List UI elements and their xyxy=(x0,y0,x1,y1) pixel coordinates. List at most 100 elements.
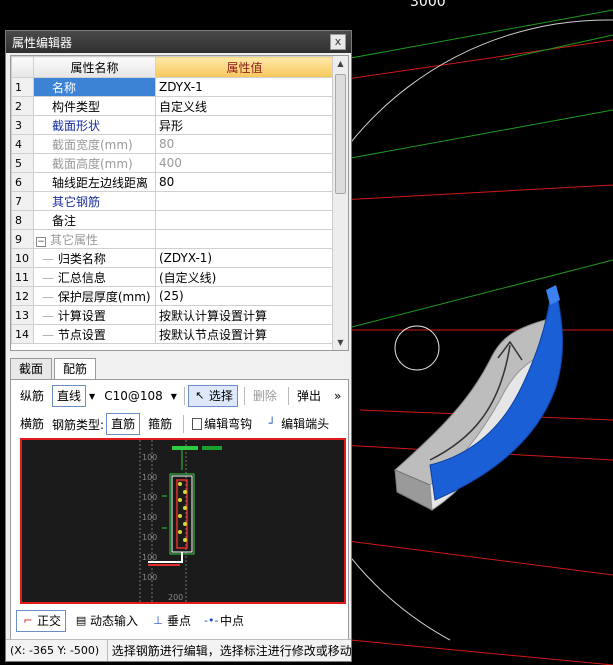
more-button[interactable]: » xyxy=(329,385,346,407)
tab-reinforcement[interactable]: 配筋 xyxy=(54,358,97,379)
property-value[interactable]: (25) xyxy=(155,286,334,306)
edit-end-label: 编辑端头 xyxy=(281,417,330,431)
tab-section[interactable]: 截面 xyxy=(10,358,53,379)
edit-end-button[interactable]: ┘ 编辑端头 xyxy=(260,413,334,435)
property-name: 名称 xyxy=(33,77,156,97)
property-value: 400 xyxy=(155,153,334,173)
table-row[interactable]: 5 截面高度(mm) 400 xyxy=(11,153,334,173)
property-value[interactable]: 自定义线 xyxy=(155,96,334,116)
row-number: 7 xyxy=(11,191,34,211)
row-number: 4 xyxy=(11,134,34,154)
row-number: 1 xyxy=(11,77,34,97)
property-value[interactable]: (ZDYX-1) xyxy=(155,248,334,268)
snap-toolbar: ⌐ 正交 ▤ 动态输入 ⊥ 垂点 -•- 中点 xyxy=(16,610,252,632)
property-grid[interactable]: 属性名称 属性值 1 名称 ZDYX-1 2 构件类型 自定义线 3 截面形状 … xyxy=(10,55,349,351)
table-row[interactable]: 7 其它钢筋 xyxy=(11,191,334,211)
row-number: 13 xyxy=(11,305,34,325)
property-editor-panel: 属性编辑器 x 属性名称 属性值 1 名称 ZDYX-1 2 构件类型 自定义线 xyxy=(5,30,352,662)
midpoint-button[interactable]: -•- 中点 xyxy=(199,610,249,632)
table-row[interactable]: 1 名称 ZDYX-1 xyxy=(11,77,334,97)
select-button[interactable]: ↖ 选择 xyxy=(187,385,238,407)
popout-button[interactable]: 弹出 xyxy=(292,385,326,407)
rebar-preview-canvas[interactable]: 100 100 100 100 100 100 100 200 xyxy=(20,438,346,604)
property-group[interactable]: − 其它属性 xyxy=(33,229,156,249)
table-row[interactable]: 9 − 其它属性 xyxy=(11,229,334,249)
property-value[interactable]: (自定义线) xyxy=(155,267,334,287)
rebar-type-label: 钢筋类型: xyxy=(52,417,105,432)
property-name-cell: — 节点设置 xyxy=(33,324,156,344)
property-name: 截面宽度(mm) xyxy=(33,134,156,154)
table-row[interactable]: 2 构件类型 自定义线 xyxy=(11,96,334,116)
transverse-button[interactable]: 横筋 xyxy=(15,413,49,435)
divider xyxy=(183,387,185,405)
property-value[interactable]: 按默认节点设置计算 xyxy=(155,324,334,344)
property-name: 保护层厚度(mm) xyxy=(57,289,151,304)
table-row[interactable]: 13 — 计算设置 按默认计算设置计算 xyxy=(11,305,334,325)
scroll-down-icon[interactable]: ▼ xyxy=(333,335,348,350)
property-name-cell: — 保护层厚度(mm) xyxy=(33,286,156,306)
stirrup-button[interactable]: 箍筋 xyxy=(143,413,177,435)
status-message: 选择钢筋进行编辑，选择标注进行修改或移动 xyxy=(111,644,351,658)
divider xyxy=(183,415,185,433)
table-row[interactable]: 11 — 汇总信息 (自定义线) xyxy=(11,267,334,287)
property-name: 计算设置 xyxy=(57,308,106,323)
bar-end-icon: ┘ xyxy=(268,417,276,430)
panel-titlebar[interactable]: 属性编辑器 x xyxy=(6,31,351,53)
property-name-cell: — 计算设置 xyxy=(33,305,156,325)
row-number: 10 xyxy=(11,248,34,268)
perpendicular-button[interactable]: ⊥ 垂点 xyxy=(146,610,196,632)
row-number: 11 xyxy=(11,267,34,287)
property-name-cell: — 归类名称 xyxy=(33,248,156,268)
property-value[interactable] xyxy=(155,191,334,211)
chevron-down-icon[interactable]: ▼ xyxy=(171,392,177,401)
table-row[interactable]: 12 — 保护层厚度(mm) (25) xyxy=(11,286,334,306)
cad-viewport[interactable]: 3000 属性编辑器 x 属性名称 属性值 1 名称 ZDYX-1 2 构件类型… xyxy=(0,0,613,665)
scroll-thumb[interactable] xyxy=(335,74,346,194)
property-value[interactable] xyxy=(155,210,334,230)
rebar-toolbar-2: 横筋 钢筋类型: 直筋 箍筋 编辑弯钩 ┘ 编辑端头 xyxy=(15,412,337,436)
svg-text:200: 200 xyxy=(168,593,183,602)
row-number: 3 xyxy=(11,115,34,135)
rebar-toolbar-1: 纵筋 直线 ▼ C10@108 ▼ ↖ 选择 删除 弹出 » xyxy=(15,384,349,408)
grid-scrollbar[interactable]: ▲ ▼ xyxy=(332,56,348,350)
row-number: 9 xyxy=(11,229,34,249)
table-row[interactable]: 6 轴线距左边线距离 80 xyxy=(11,172,334,192)
property-value[interactable]: 按默认计算设置计算 xyxy=(155,305,334,325)
property-name: 归类名称 xyxy=(57,251,106,266)
coordinate-readout: (X: -365 Y: -500) xyxy=(6,640,108,661)
grid-header: 属性名称 属性值 xyxy=(11,56,334,78)
property-value[interactable]: 异形 xyxy=(155,115,334,135)
row-number: 12 xyxy=(11,286,34,306)
collapse-icon[interactable]: − xyxy=(36,236,46,247)
property-name: 节点设置 xyxy=(57,327,106,342)
ortho-button[interactable]: ⌐ 正交 xyxy=(16,610,67,632)
svg-text:100: 100 xyxy=(142,513,157,522)
property-value[interactable]: ZDYX-1 xyxy=(155,77,334,97)
table-row[interactable]: 3 截面形状 异形 xyxy=(11,115,334,135)
dynamic-input-label: 动态输入 xyxy=(90,614,139,628)
dynamic-input-button[interactable]: ▤ 动态输入 xyxy=(69,610,143,632)
table-row[interactable]: 14 — 节点设置 按默认节点设置计算 xyxy=(11,324,334,344)
longitudinal-button[interactable]: 纵筋 xyxy=(15,385,49,407)
table-row[interactable]: 8 备注 xyxy=(11,210,334,230)
property-value[interactable]: 80 xyxy=(155,172,334,192)
straight-bar-button[interactable]: 直筋 xyxy=(106,413,141,435)
keyboard-icon: ▤ xyxy=(75,614,87,627)
spec-input[interactable]: C10@108 xyxy=(99,385,168,407)
row-number: 6 xyxy=(11,172,34,192)
select-label: 选择 xyxy=(208,389,233,403)
line-mode-button[interactable]: 直线 xyxy=(52,385,87,407)
svg-text:100: 100 xyxy=(142,573,157,582)
divider xyxy=(287,387,289,405)
scroll-up-icon[interactable]: ▲ xyxy=(333,56,348,71)
chevron-down-icon[interactable]: ▼ xyxy=(89,392,95,401)
property-name: 汇总信息 xyxy=(57,270,106,285)
property-name: 构件类型 xyxy=(33,96,156,116)
delete-button[interactable]: 删除 xyxy=(248,385,282,407)
close-button[interactable]: x xyxy=(330,34,346,50)
property-name: 截面高度(mm) xyxy=(33,153,156,173)
table-row[interactable]: 10 — 归类名称 (ZDYX-1) xyxy=(11,248,334,268)
svg-text:100: 100 xyxy=(142,453,157,462)
table-row[interactable]: 4 截面宽度(mm) 80 xyxy=(11,134,334,154)
edit-hook-button[interactable]: 编辑弯钩 xyxy=(187,413,257,435)
